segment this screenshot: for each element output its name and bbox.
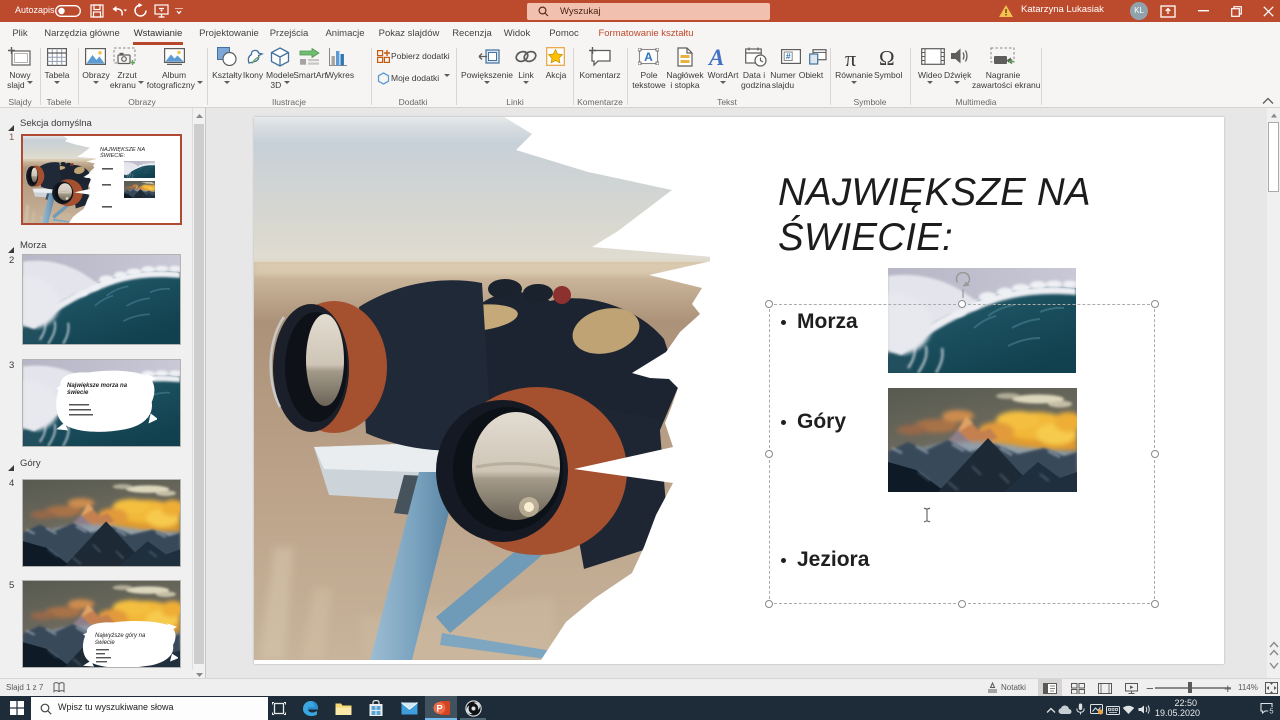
svg-text:ŚWIECIE:: ŚWIECIE: [100, 152, 126, 159]
svg-text:P: P [436, 704, 443, 715]
svg-text:5: 5 [1269, 706, 1273, 715]
svg-text:świecie: świecie [95, 640, 115, 646]
svg-text:świecie: świecie [67, 390, 89, 396]
svg-text:A: A [644, 50, 653, 64]
svg-text:Największe morza na: Największe morza na [67, 383, 128, 389]
svg-text:#: # [786, 51, 791, 61]
svg-text:Najwyższe góry na: Najwyższe góry na [95, 633, 146, 639]
